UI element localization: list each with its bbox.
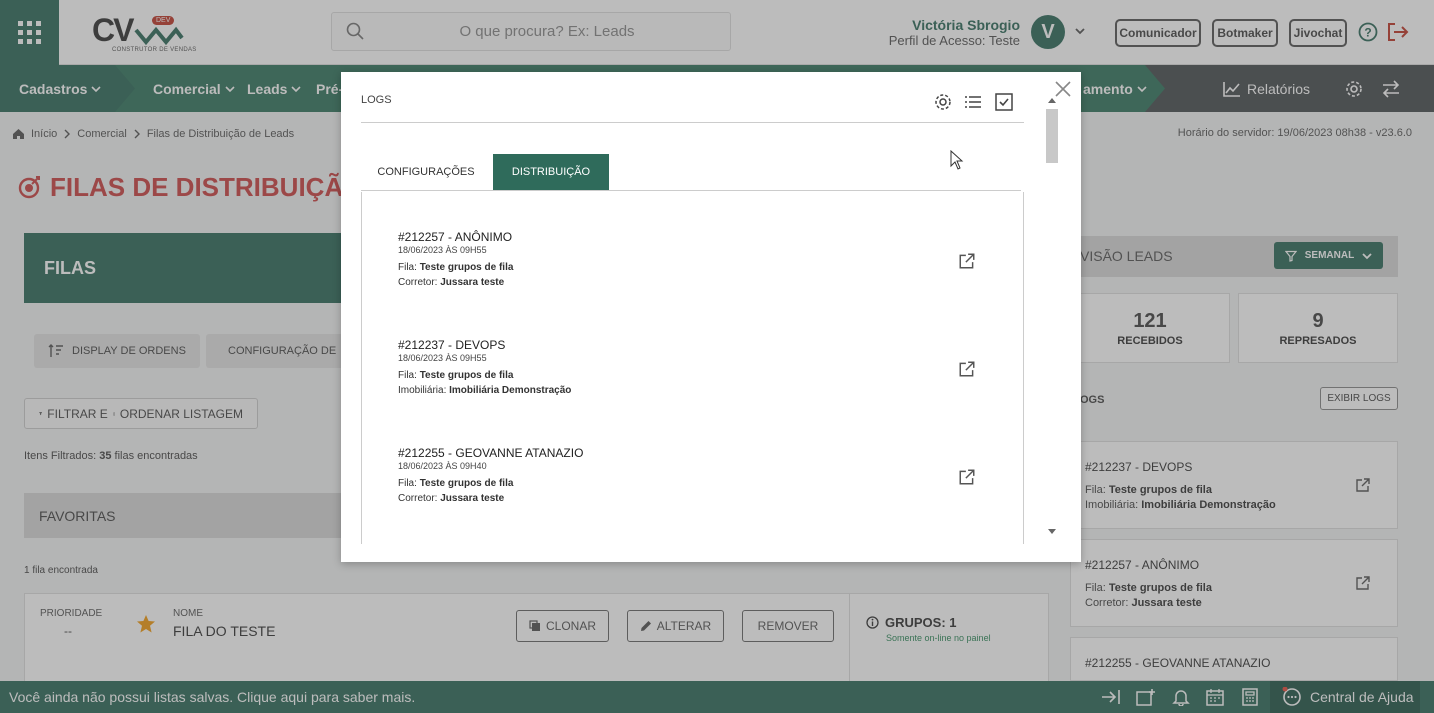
list-icon[interactable] [964,93,982,111]
log-value: Jussara teste [440,277,505,288]
log-date: 18/06/2023 ÀS 09H40 [398,461,487,471]
scroll-up-icon[interactable] [1047,96,1057,104]
checkbox-icon[interactable] [995,93,1013,111]
modal-title: LOGS [361,94,392,106]
external-link-icon[interactable] [958,360,976,378]
tab-distribuicao[interactable]: DISTRIBUIÇÃO [493,154,609,190]
log-title: #212255 - GEOVANNE ATANAZIO [398,446,584,460]
log-label: Fila: [398,478,417,489]
log-line: Fila: Teste grupos de fila [398,262,998,273]
log-title: #212257 - ANÔNIMO [398,230,513,244]
gear-icon[interactable] [934,93,952,111]
log-value: Teste grupos de fila [419,478,514,489]
log-line: Fila: Teste grupos de fila [398,478,998,489]
modal-divider [361,122,1024,123]
log-line: Imobiliária: Imobiliária Demonstração [398,385,998,396]
tab-underline [361,190,1021,191]
list-item: #212237 - DEVOPS 18/06/2023 ÀS 09H55 Fil… [398,338,998,396]
list-item: #212257 - ANÔNIMO 18/06/2023 ÀS 09H55 Fi… [398,230,998,288]
external-link-icon[interactable] [958,252,976,270]
list-item: #212255 - GEOVANNE ATANAZIO 18/06/2023 À… [398,446,998,504]
log-line: Corretor: Jussara teste [398,277,998,288]
log-line: Corretor: Jussara teste [398,493,998,504]
log-date: 18/06/2023 ÀS 09H55 [398,245,487,255]
tab-configuracoes[interactable]: CONFIGURAÇÕES [361,154,491,190]
scroll-down-icon[interactable] [1047,528,1057,536]
log-value: Teste grupos de fila [419,262,514,273]
log-label: Fila: [398,262,417,273]
log-title: #212237 - DEVOPS [398,338,506,352]
log-date: 18/06/2023 ÀS 09H55 [398,353,487,363]
mouse-cursor-icon [950,150,964,170]
log-label: Fila: [398,370,417,381]
log-label: Corretor: [398,493,438,504]
scrollbar-thumb[interactable] [1046,109,1058,163]
log-label: Imobiliária: [398,385,447,396]
log-value: Jussara teste [440,493,505,504]
external-link-icon[interactable] [958,468,976,486]
log-label: Corretor: [398,277,438,288]
log-value: Imobiliária Demonstração [449,385,572,396]
log-value: Teste grupos de fila [419,370,514,381]
log-line: Fila: Teste grupos de fila [398,370,998,381]
